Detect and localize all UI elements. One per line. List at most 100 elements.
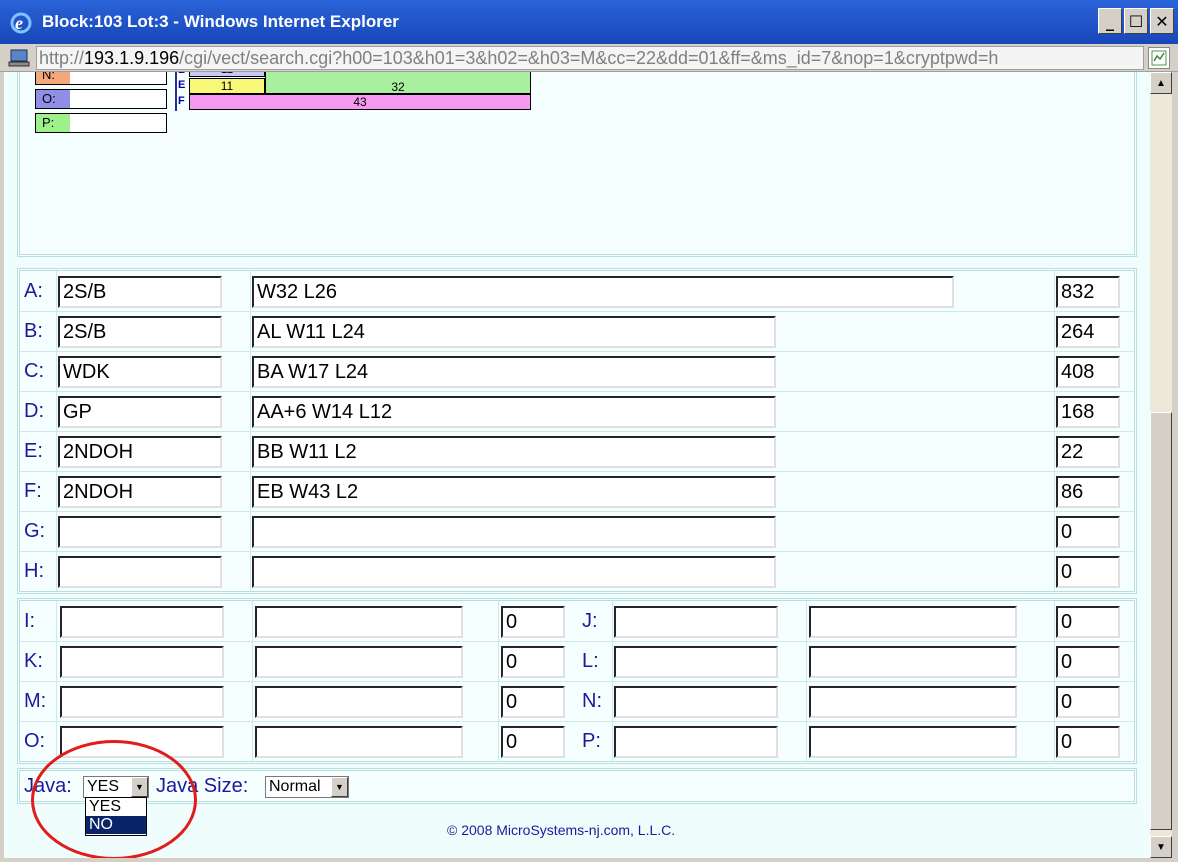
table-row: C: WDK BA W17 L24 408 [20, 351, 1134, 391]
number-field[interactable]: 0 [1056, 606, 1120, 638]
row-label: G: [24, 520, 46, 542]
row-label: F: [24, 480, 42, 502]
url-path: /cgi/vect/search.cgi?h00=103&h01=3&h02=&… [179, 48, 999, 68]
row-label: O: [24, 730, 46, 752]
scroll-thumb[interactable] [1150, 412, 1172, 830]
scroll-up-icon[interactable]: ▲ [1150, 72, 1172, 94]
java-size-label: Java Size: [156, 775, 249, 797]
diagram-left-edge [175, 72, 177, 111]
url-host: 193.1.9.196 [84, 48, 180, 68]
table-row: K: 0 L: 0 [20, 641, 1134, 681]
chevron-down-icon[interactable]: ▼ [331, 777, 348, 797]
address-field[interactable]: http://193.1.9.196/cgi/vect/search.cgi?h… [36, 46, 1144, 70]
row-label: L: [582, 650, 599, 672]
bar-letter-b: B [178, 72, 186, 77]
java-option-no[interactable]: NO [86, 816, 146, 834]
row-label: J: [582, 610, 598, 632]
text-field[interactable] [809, 726, 1017, 758]
legend-swatch-o: O: [36, 90, 70, 108]
main-rows-panel: A: 2S/B W32 L26 832 B: 2S/B AL W11 L24 2… [17, 268, 1137, 594]
text-field[interactable] [255, 646, 463, 678]
area-field[interactable]: 22 [1056, 436, 1120, 468]
legend-row-o: O: [35, 89, 167, 109]
table-row: F: 2NDOH EB W43 L2 86 [20, 471, 1134, 511]
number-field[interactable]: 0 [501, 606, 565, 638]
java-select[interactable]: YES ▼ [83, 776, 149, 798]
java-dropdown-list: YES NO [85, 797, 147, 836]
text-field[interactable] [60, 686, 224, 718]
text-field[interactable] [614, 686, 778, 718]
description-field[interactable] [252, 516, 776, 548]
row-label: N: [582, 690, 602, 712]
java-size-select[interactable]: Normal ▼ [265, 776, 349, 798]
code-field[interactable]: 2S/B [58, 276, 222, 308]
compat-view-icon[interactable] [1148, 47, 1170, 69]
lot-diagram-panel: N: O: P: B 11 E 11 A 32 F 43 [17, 72, 1137, 257]
scroll-down-icon[interactable]: ▼ [1150, 836, 1172, 858]
area-field[interactable]: 86 [1056, 476, 1120, 508]
minimize-button[interactable]: _ [1098, 8, 1122, 34]
table-row: H: 0 [20, 551, 1134, 591]
text-field[interactable] [60, 646, 224, 678]
description-field[interactable]: BB W11 L2 [252, 436, 776, 468]
java-select-value: YES [87, 778, 120, 795]
maximize-button[interactable]: ☐ [1124, 8, 1148, 34]
vertical-scrollbar[interactable]: ▲ ▼ [1150, 72, 1172, 858]
text-field[interactable] [614, 646, 778, 678]
number-field[interactable]: 0 [501, 726, 565, 758]
row-label: H: [24, 560, 44, 582]
code-field[interactable]: 2NDOH [58, 476, 222, 508]
area-field[interactable]: 168 [1056, 396, 1120, 428]
description-field[interactable]: AA+6 W14 L12 [252, 396, 776, 428]
description-field[interactable]: EB W43 L2 [252, 476, 776, 508]
address-bar: http://193.1.9.196/cgi/vect/search.cgi?h… [0, 44, 1178, 72]
close-button[interactable]: ✕ [1150, 8, 1174, 34]
legend-swatch-n: N: [36, 72, 70, 84]
table-row: E: 2NDOH BB W11 L2 22 [20, 431, 1134, 471]
number-field[interactable]: 0 [1056, 646, 1120, 678]
text-field[interactable] [255, 686, 463, 718]
text-field[interactable] [809, 686, 1017, 718]
bar-e: 11 [189, 78, 265, 94]
number-field[interactable]: 0 [501, 686, 565, 718]
description-field[interactable]: AL W11 L24 [252, 316, 776, 348]
code-field[interactable]: 2S/B [58, 316, 222, 348]
chevron-down-icon[interactable]: ▼ [131, 777, 148, 797]
description-field[interactable]: BA W17 L24 [252, 356, 776, 388]
area-field[interactable]: 408 [1056, 356, 1120, 388]
text-field[interactable] [255, 606, 463, 638]
bar-f: 43 [189, 94, 531, 110]
java-option-yes[interactable]: YES [86, 798, 146, 816]
row-label: A: [24, 280, 43, 302]
number-field[interactable]: 0 [1056, 686, 1120, 718]
number-field[interactable]: 0 [1056, 726, 1120, 758]
code-field[interactable]: 2NDOH [58, 436, 222, 468]
text-field[interactable] [614, 726, 778, 758]
area-field[interactable]: 832 [1056, 276, 1120, 308]
java-size-value: Normal [269, 778, 321, 795]
bar-letter-e: E [178, 79, 186, 91]
extra-rows-panel: I: 0 J: 0 K: 0 L: 0 M: 0 N: 0 O: 0 P: 0 [17, 598, 1137, 764]
table-row: A: 2S/B W32 L26 832 [20, 271, 1134, 311]
area-field[interactable]: 0 [1056, 556, 1120, 588]
text-field[interactable] [255, 726, 463, 758]
row-label: M: [24, 690, 47, 712]
table-row: G: 0 [20, 511, 1134, 551]
page-content: N: O: P: B 11 E 11 A 32 F 43 A: 2S/B W32… [4, 72, 1150, 858]
text-field[interactable] [60, 606, 224, 638]
page-icon [8, 47, 32, 69]
code-field[interactable] [58, 516, 222, 548]
code-field[interactable] [58, 556, 222, 588]
code-field[interactable]: WDK [58, 356, 222, 388]
text-field[interactable] [809, 646, 1017, 678]
area-field[interactable]: 264 [1056, 316, 1120, 348]
text-field[interactable] [614, 606, 778, 638]
number-field[interactable]: 0 [501, 646, 565, 678]
row-label: B: [24, 320, 43, 342]
text-field[interactable] [60, 726, 224, 758]
text-field[interactable] [809, 606, 1017, 638]
area-field[interactable]: 0 [1056, 516, 1120, 548]
code-field[interactable]: GP [58, 396, 222, 428]
description-field[interactable]: W32 L26 [252, 276, 954, 308]
description-field[interactable] [252, 556, 776, 588]
